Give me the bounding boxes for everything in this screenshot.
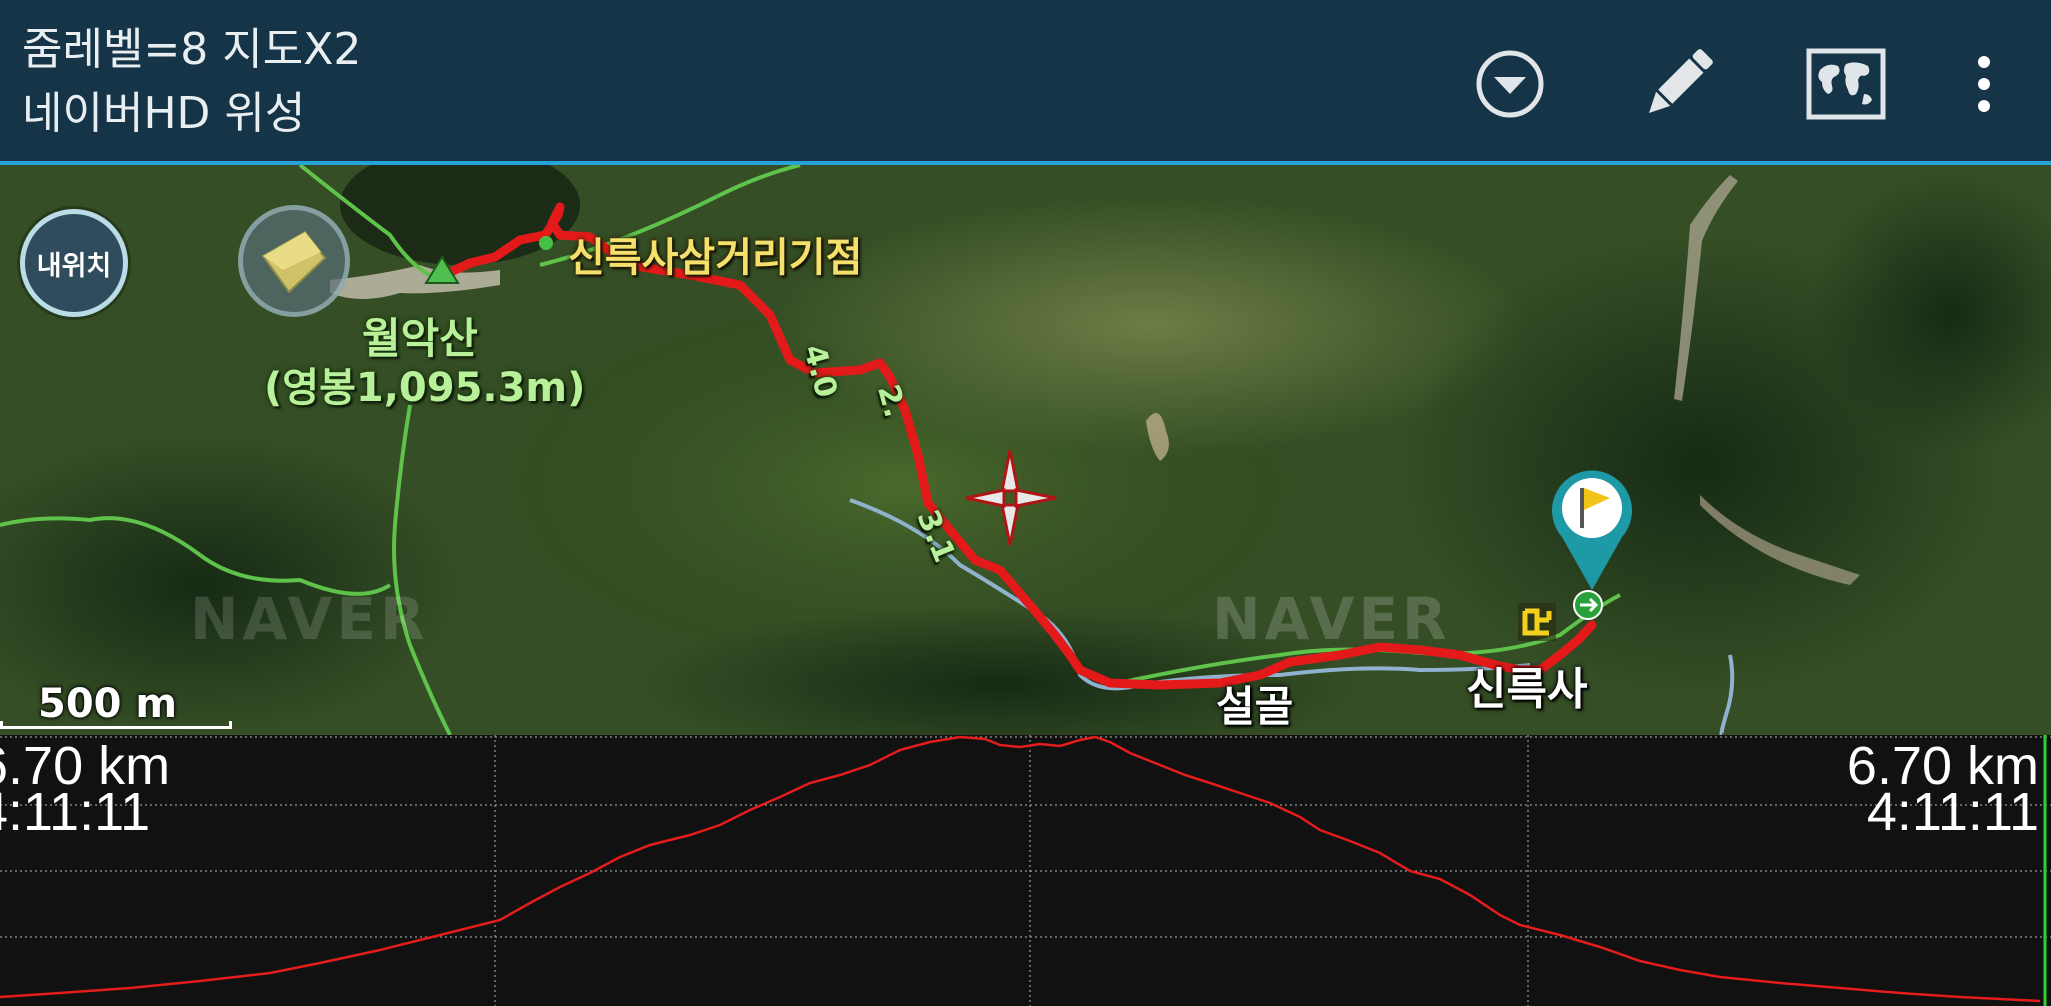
world-map-icon <box>1806 48 1886 120</box>
temple-label: 신륵사 <box>1466 664 1588 715</box>
village-label: 설골 <box>1216 682 1294 731</box>
naver-watermark-2: NAVER <box>190 585 429 653</box>
elevation-profile-panel[interactable]: 6.70 km 4:11:11 6.70 km 4:11:11 <box>0 735 2051 1006</box>
layers-button[interactable] <box>238 205 350 317</box>
overflow-menu-button[interactable] <box>1936 36 2032 132</box>
elevation-profile-line <box>0 735 2041 1003</box>
my-location-button[interactable]: 내위치 <box>20 209 128 317</box>
app-toolbar: 줌레벨=8 지도X2 네이버HD 위성 <box>0 0 2051 165</box>
peak-elevation-label: (영봉1,095.3m) <box>264 365 586 411</box>
more-vert-icon <box>1978 56 1990 112</box>
layers-diamond-icon <box>261 230 327 294</box>
right-time-readout: 4:11:11 <box>1866 782 2039 842</box>
naver-watermark: NAVER <box>1212 585 1451 653</box>
scale-bar <box>0 721 232 729</box>
chevron-down-circle-icon <box>1476 50 1544 118</box>
junction-label: 신륵사삼거리기점 <box>568 235 863 281</box>
satellite-map[interactable]: 내위치 신륵사삼거리기점 월악산 (영봉1,095.3m) 4.0 2. 3.1… <box>0 165 2051 735</box>
zoom-level-title: 줌레벨=8 지도X2 <box>22 24 362 75</box>
left-time-readout: 4:11:11 <box>0 782 151 842</box>
junction-marker-icon <box>539 236 553 250</box>
dropdown-button[interactable] <box>1462 36 1558 132</box>
map-select-button[interactable] <box>1798 36 1894 132</box>
map-source-subtitle: 네이버HD 위성 <box>22 88 306 139</box>
my-location-label: 내위치 <box>36 250 112 282</box>
edit-button[interactable] <box>1630 36 1726 132</box>
pencil-icon <box>1649 49 1713 113</box>
elevation-profile-chart <box>0 735 2051 1006</box>
